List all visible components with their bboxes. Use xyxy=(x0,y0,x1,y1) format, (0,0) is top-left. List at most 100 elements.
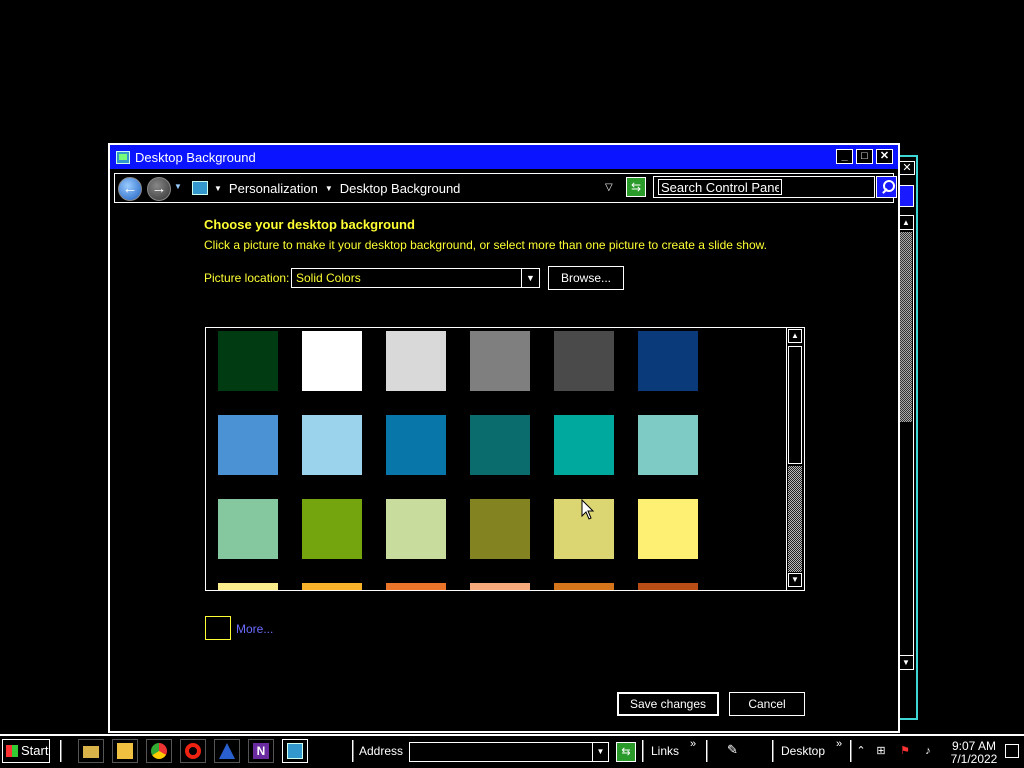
mouse-cursor-icon xyxy=(581,499,595,520)
breadcrumb-desktop-background[interactable]: Desktop Background xyxy=(340,181,461,196)
search-icon[interactable] xyxy=(876,176,897,198)
color-swatch[interactable] xyxy=(554,415,614,475)
taskbar-divider xyxy=(60,740,62,762)
close-button[interactable]: ✕ xyxy=(876,149,893,164)
forward-button[interactable]: → xyxy=(147,177,171,201)
opera-icon xyxy=(185,743,201,759)
color-swatch-list: ▲ ▼ xyxy=(205,327,805,591)
refresh-button[interactable]: ⇆ xyxy=(626,177,646,197)
color-swatch[interactable] xyxy=(386,499,446,559)
chevron-down-icon[interactable]: ▼ xyxy=(592,743,608,761)
color-swatch[interactable] xyxy=(554,331,614,391)
chrome-quicklaunch[interactable] xyxy=(146,739,172,763)
swatch-row xyxy=(218,331,778,391)
show-hidden-icons-icon[interactable]: ⌃ xyxy=(854,744,868,758)
breadcrumb-personalization[interactable]: Personalization xyxy=(229,181,318,196)
picture-location-select[interactable]: Solid Colors ▼ xyxy=(291,268,540,288)
network-icon[interactable]: ⊞ xyxy=(874,744,888,758)
scroll-down-icon[interactable]: ▼ xyxy=(899,655,913,669)
color-swatch[interactable] xyxy=(470,583,530,590)
title-bar[interactable]: Desktop Background _ □ ✕ xyxy=(110,145,898,169)
color-swatch[interactable] xyxy=(470,415,530,475)
swatch-row xyxy=(218,499,778,559)
background-scrollbar[interactable]: ▲ ▼ xyxy=(898,215,914,670)
color-swatch[interactable] xyxy=(302,331,362,391)
links-toolbar-label[interactable]: Links xyxy=(651,744,679,758)
search-box[interactable] xyxy=(653,176,875,198)
save-changes-button[interactable]: Save changes xyxy=(617,692,719,716)
address-breadcrumb[interactable]: ▼ Personalization ▼ Desktop Background xyxy=(188,176,644,200)
color-swatch[interactable] xyxy=(218,583,278,590)
opera-quicklaunch[interactable] xyxy=(180,739,206,763)
color-swatch[interactable] xyxy=(470,499,530,559)
pen-icon: ✎ xyxy=(727,742,738,757)
scroll-track[interactable] xyxy=(900,232,912,422)
maximize-button[interactable]: □ xyxy=(856,149,873,164)
color-swatch[interactable] xyxy=(386,583,446,590)
browse-button[interactable]: Browse... xyxy=(548,266,624,290)
color-swatch[interactable] xyxy=(386,331,446,391)
system-clock[interactable]: 9:07 AM 7/1/2022 xyxy=(945,740,1003,766)
volume-icon[interactable]: ♪ xyxy=(921,744,935,758)
scroll-thumb[interactable] xyxy=(788,346,802,464)
chevron-down-icon[interactable]: ▼ xyxy=(521,269,539,287)
more-thumbnail[interactable] xyxy=(205,616,231,640)
address-history-dropdown-icon[interactable]: ▽ xyxy=(605,182,613,193)
breadcrumb-chevron-icon[interactable]: ▼ xyxy=(325,184,333,193)
taskbar-address-input[interactable]: ▼ xyxy=(409,742,609,762)
links-chevron-icon[interactable]: » xyxy=(690,738,696,750)
minimize-button[interactable]: _ xyxy=(836,149,853,164)
taskbar-divider xyxy=(642,740,644,762)
color-swatch[interactable] xyxy=(638,415,698,475)
color-swatch[interactable] xyxy=(638,583,698,590)
background-search-icon[interactable] xyxy=(898,185,914,207)
more-link[interactable]: More... xyxy=(236,622,273,636)
desktop-background-window: Desktop Background _ □ ✕ ← → ▼ ▼ Persona… xyxy=(108,143,900,733)
media-player-quicklaunch[interactable] xyxy=(112,739,138,763)
folder-icon xyxy=(83,746,99,758)
go-button[interactable]: ⇆ xyxy=(616,742,636,762)
breadcrumb-chevron-icon[interactable]: ▼ xyxy=(214,184,222,193)
page-heading: Choose your desktop background xyxy=(204,217,415,232)
start-button[interactable]: Start xyxy=(2,739,50,763)
color-swatch[interactable] xyxy=(218,499,278,559)
onenote-quicklaunch[interactable]: N xyxy=(248,739,274,763)
action-center-icon[interactable]: ⚑ xyxy=(898,744,912,758)
page-description: Click a picture to make it your desktop … xyxy=(204,238,767,252)
scroll-track[interactable] xyxy=(788,466,802,572)
media-player-icon xyxy=(117,743,133,759)
back-arrow-icon: ← xyxy=(122,180,138,197)
scroll-down-icon[interactable]: ▼ xyxy=(788,573,802,587)
clock-date: 7/1/2022 xyxy=(950,752,998,766)
color-swatch[interactable] xyxy=(638,499,698,559)
color-swatch[interactable] xyxy=(302,583,362,590)
desktop-toolbar-label[interactable]: Desktop xyxy=(781,744,825,758)
explorer-quicklaunch[interactable] xyxy=(78,739,104,763)
scroll-up-icon[interactable]: ▲ xyxy=(788,329,802,343)
back-button[interactable]: ← xyxy=(118,177,142,201)
color-swatch[interactable] xyxy=(302,415,362,475)
control-panel-icon xyxy=(192,181,208,195)
control-panel-task[interactable] xyxy=(282,739,308,763)
color-swatch[interactable] xyxy=(386,415,446,475)
app-quicklaunch[interactable] xyxy=(214,739,240,763)
color-swatch[interactable] xyxy=(554,583,614,590)
color-swatch[interactable] xyxy=(470,331,530,391)
triangle-app-icon xyxy=(219,743,235,759)
cancel-button[interactable]: Cancel xyxy=(729,692,805,716)
color-swatch[interactable] xyxy=(638,331,698,391)
recent-pages-dropdown-icon[interactable]: ▼ xyxy=(174,182,182,191)
edit-toolbar-button[interactable]: ✎ xyxy=(723,739,749,763)
swatch-scrollbar[interactable]: ▲ ▼ xyxy=(786,328,804,590)
color-swatch[interactable] xyxy=(218,331,278,391)
background-close-icon[interactable]: ✕ xyxy=(899,161,915,175)
search-input[interactable] xyxy=(658,179,782,195)
desktop-chevron-icon[interactable]: » xyxy=(836,738,842,750)
color-swatch[interactable] xyxy=(302,499,362,559)
address-toolbar-label: Address xyxy=(359,744,404,758)
swatch-row xyxy=(218,583,778,590)
color-swatch[interactable] xyxy=(218,415,278,475)
show-desktop-icon[interactable] xyxy=(1005,744,1019,758)
picture-location-value: Solid Colors xyxy=(296,271,361,285)
scroll-up-icon[interactable]: ▲ xyxy=(899,216,913,230)
